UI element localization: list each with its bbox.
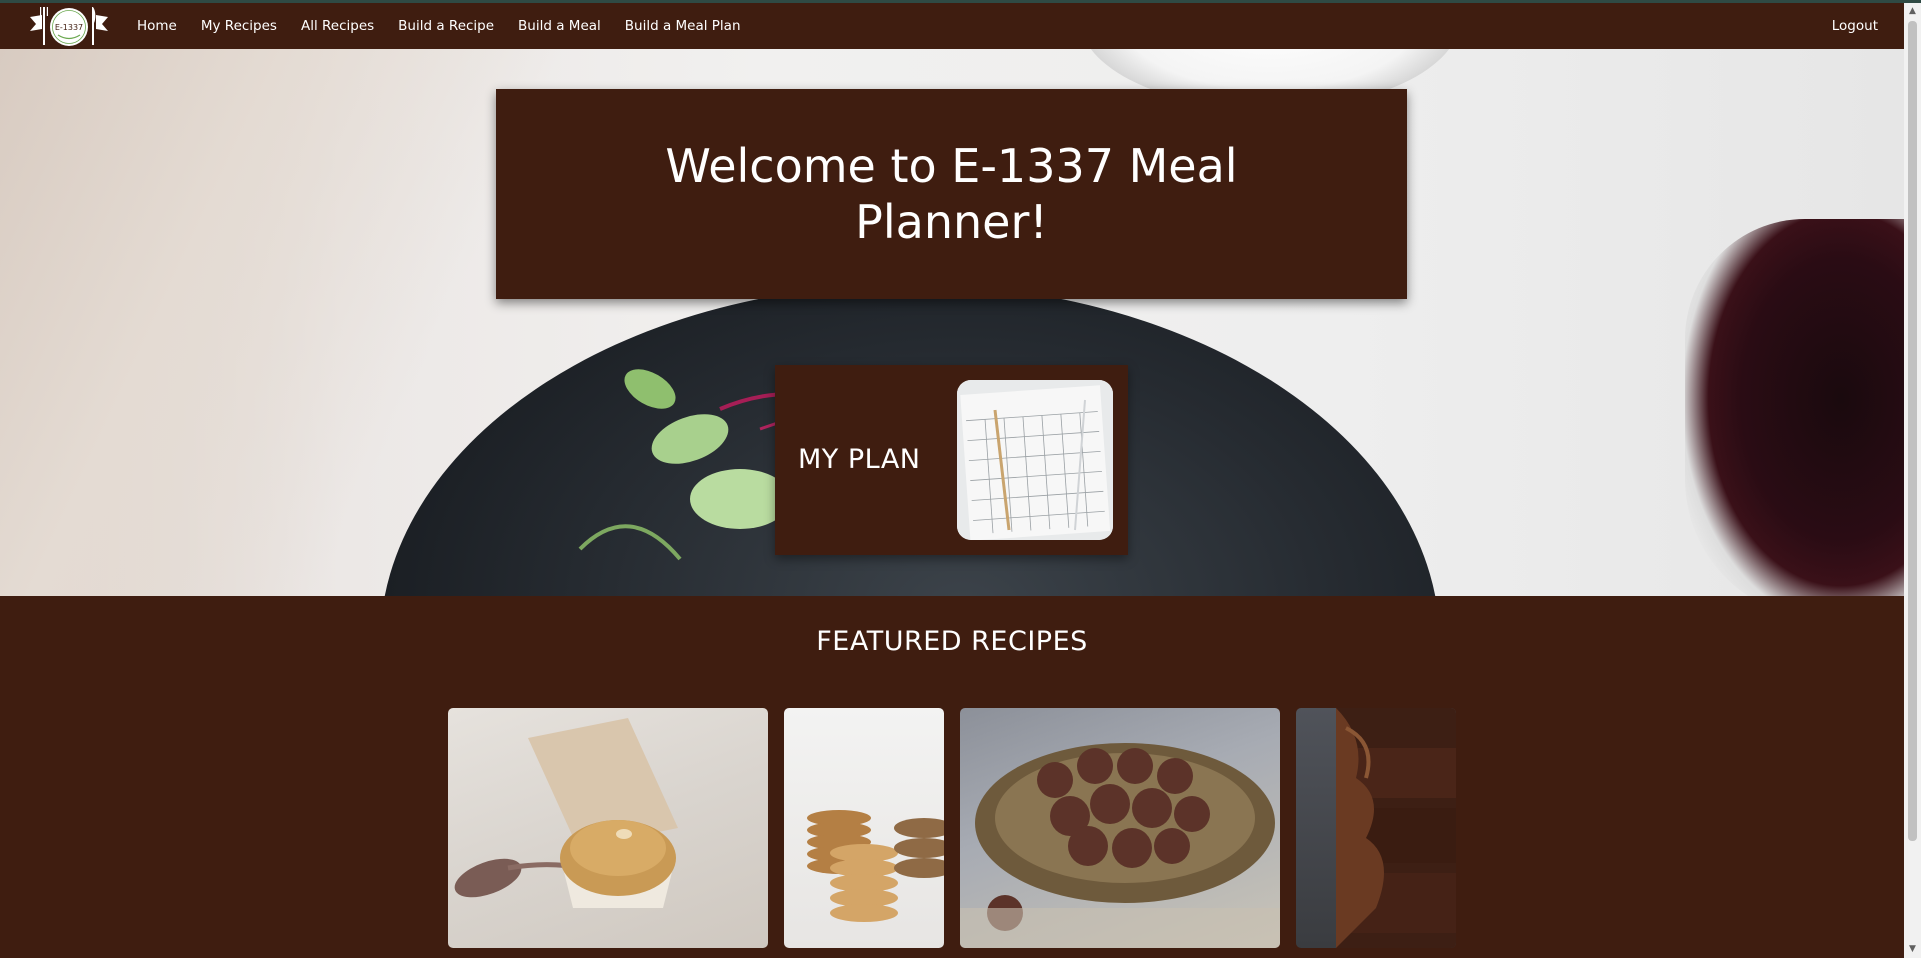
chocolate-cookies-image xyxy=(960,743,1280,948)
cookies-image xyxy=(807,810,944,922)
nav-home-link[interactable]: Home xyxy=(137,18,177,34)
site-logo[interactable]: E-1337 xyxy=(30,5,108,49)
scrollbar-thumb[interactable] xyxy=(1908,21,1917,841)
scroll-down-arrow-icon[interactable]: ▼ xyxy=(1904,941,1921,958)
welcome-title: Welcome to E-1337 Meal Planner! xyxy=(665,139,1238,249)
my-plan-label: MY PLAN xyxy=(798,444,921,475)
nav-links: Home My Recipes All Recipes Build a Reci… xyxy=(137,3,765,49)
page: E-1337 Home My Recipes All Recipes Build… xyxy=(0,0,1921,958)
page-scrollbar[interactable]: ▲ ▼ xyxy=(1904,3,1921,958)
navbar: E-1337 Home My Recipes All Recipes Build… xyxy=(0,3,1904,49)
brownies-image xyxy=(1336,708,1456,948)
my-plan-card[interactable]: MY PLAN xyxy=(775,365,1128,555)
featured-recipes-title: FEATURED RECIPES xyxy=(816,626,1088,657)
nav-build-meal-plan-link[interactable]: Build a Meal Plan xyxy=(625,18,741,34)
hero-section: Welcome to E-1337 Meal Planner! MY PLAN xyxy=(0,49,1904,596)
nav-build-meal-link[interactable]: Build a Meal xyxy=(518,18,601,34)
muffin-image xyxy=(454,718,678,908)
calendar-image xyxy=(957,380,1113,540)
nav-my-recipes-link[interactable]: My Recipes xyxy=(201,18,277,34)
scroll-up-arrow-icon[interactable]: ▲ xyxy=(1904,3,1921,20)
featured-recipe-card[interactable] xyxy=(960,708,1280,948)
hero-background-wine-glass xyxy=(1685,219,1904,596)
logout-link[interactable]: Logout xyxy=(1832,3,1878,49)
featured-recipe-card[interactable] xyxy=(784,708,944,948)
featured-recipes-section: FEATURED RECIPES xyxy=(0,596,1904,958)
featured-recipe-card[interactable] xyxy=(1296,708,1456,948)
nav-all-recipes-link[interactable]: All Recipes xyxy=(301,18,374,34)
nav-build-recipe-link[interactable]: Build a Recipe xyxy=(398,18,494,34)
svg-text:E-1337: E-1337 xyxy=(55,23,83,32)
welcome-card: Welcome to E-1337 Meal Planner! xyxy=(496,89,1407,299)
featured-recipe-card[interactable] xyxy=(448,708,768,948)
